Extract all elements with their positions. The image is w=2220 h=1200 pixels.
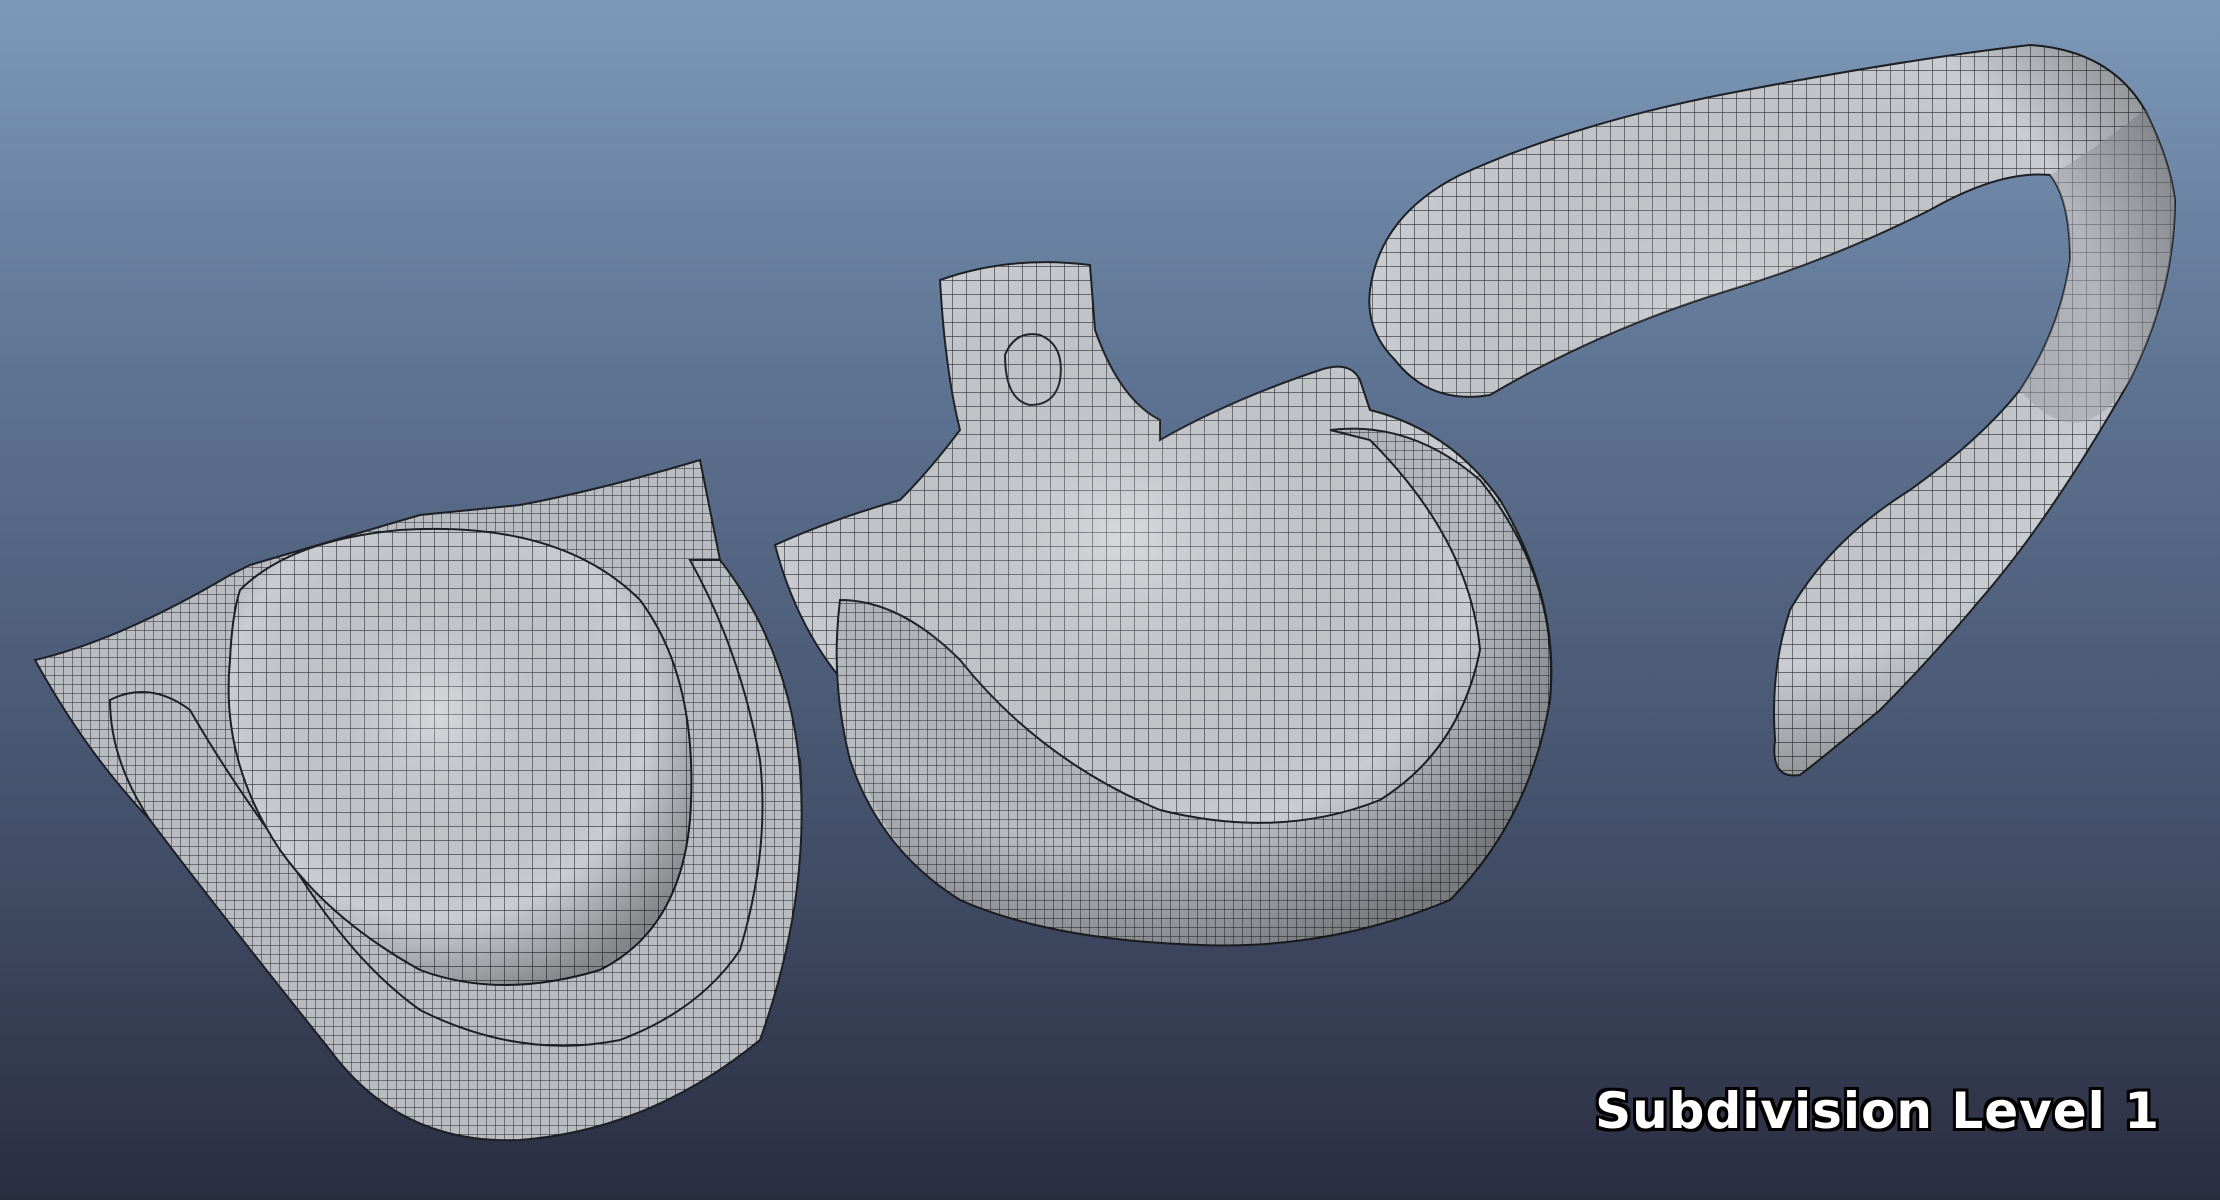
lower-jaw-mesh[interactable]: [33, 458, 803, 1142]
subdivision-level-caption: Subdivision Level 1: [1595, 1082, 2160, 1140]
3d-viewport[interactable]: Subdivision Level 1: [0, 0, 2220, 1200]
viewport-canvas[interactable]: [0, 0, 2220, 1200]
